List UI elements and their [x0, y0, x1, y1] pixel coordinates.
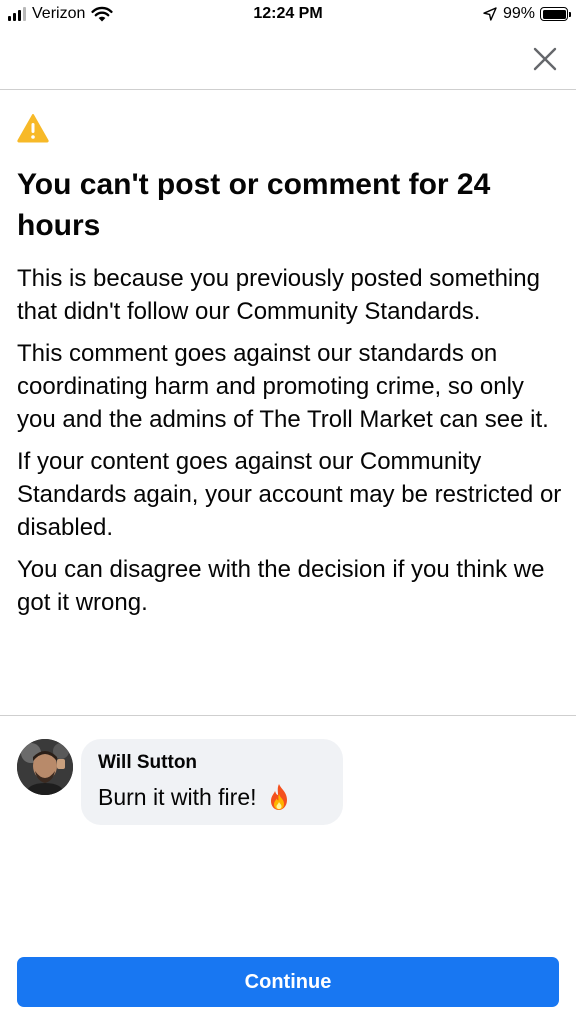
notice-paragraph: This is because you previously posted so… [17, 265, 540, 325]
notice-paragraph: This comment goes against our standards … [17, 340, 549, 433]
fire-emoji-icon [270, 784, 287, 810]
comment-bubble: Will Sutton Burn it with fire! [81, 739, 343, 825]
close-button[interactable] [532, 46, 558, 72]
avatar[interactable] [17, 739, 73, 795]
header-divider [0, 89, 576, 90]
comment-text: Burn it with fire! [98, 784, 257, 810]
notice-body: This is because you previously posted so… [17, 262, 562, 628]
section-divider [0, 715, 576, 716]
battery-percent: 99% [502, 5, 535, 22]
page: Verizon 12:24 PM 99% You can't post or c [0, 0, 576, 1024]
location-arrow-icon [483, 7, 497, 21]
continue-button[interactable]: Continue [17, 957, 559, 1007]
comment-row: Burn it with fire! [98, 782, 326, 812]
close-icon [533, 47, 557, 71]
status-bar: Verizon 12:24 PM 99% [0, 0, 576, 30]
notice-paragraph: If your content goes against our Communi… [17, 448, 562, 541]
page-title: You can't post or comment for 24 hours [17, 168, 491, 242]
commenter-name[interactable]: Will Sutton [98, 750, 326, 776]
battery-icon [540, 7, 571, 21]
warning-icon [17, 114, 49, 143]
notice-paragraph: You can disagree with the decision if yo… [17, 556, 545, 616]
status-right: 99% [483, 5, 571, 23]
avatar-image [17, 739, 73, 795]
